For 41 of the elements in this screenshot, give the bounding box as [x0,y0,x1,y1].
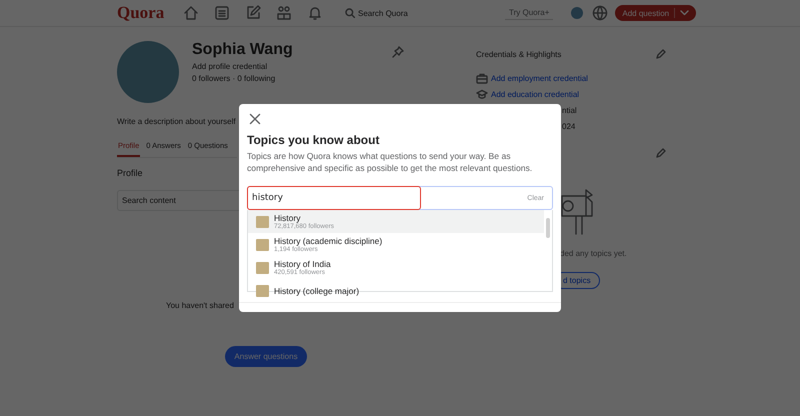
briefcase-icon[interactable] [476,72,488,84]
credential-text: ntial [562,106,577,114]
topic-name: History (academic discipline) [274,236,382,246]
empty-message: You haven't shared [166,301,235,310]
pencil-icon[interactable] [656,49,666,59]
search-icon[interactable] [345,8,355,18]
credentials-title: Credentials & Highlights [476,50,562,58]
add-question-button[interactable]: Add question [615,5,696,21]
list-icon[interactable] [214,5,230,21]
credential-link[interactable]: Add employment credential [491,74,588,82]
avatar-icon[interactable] [571,7,584,19]
credential-text: 024 [562,122,576,130]
topic-input[interactable]: history [247,186,421,210]
home-icon[interactable] [183,5,199,21]
caret-icon[interactable] [680,10,690,16]
globe-icon[interactable] [592,5,608,21]
topic-image-placeholder [256,216,269,228]
people-icon[interactable] [276,5,292,21]
try-quora-plus-button[interactable]: Try Quora+ [505,6,554,20]
answer-questions-button[interactable]: Answer questions [225,346,307,367]
topic-image-placeholder [256,238,269,250]
dialog-title: Topics you know about [247,133,380,147]
pencil-icon[interactable] [656,148,666,158]
topic-name: History [274,212,302,222]
pin-icon[interactable] [392,46,404,58]
quora-logo[interactable]: Quora [117,3,177,23]
section-title: Profile [117,168,143,178]
credential-link[interactable]: Add education credential [491,90,580,98]
profile-name: Sophia Wang [192,41,294,59]
topic-image-placeholder [256,262,269,274]
bell-icon[interactable] [307,5,323,21]
dialog-description: Topics are how Quora knows what questions to send your way. Be as comprehensive and specific as possible to get the most relevant questions. [247,150,534,174]
topic-name: History of India [274,258,331,268]
topic-image-placeholder [256,284,269,296]
search-field[interactable]: Search Quora [345,8,495,18]
topic-result[interactable]: History (college major) [248,279,544,302]
profile-credential-link[interactable]: Add profile credential [192,62,392,71]
close-icon[interactable] [249,113,261,125]
graduation-cap-icon[interactable] [476,88,488,100]
follow-stats: 0 followers · 0 following [192,74,276,83]
topic-name: History (college major) [274,286,360,296]
